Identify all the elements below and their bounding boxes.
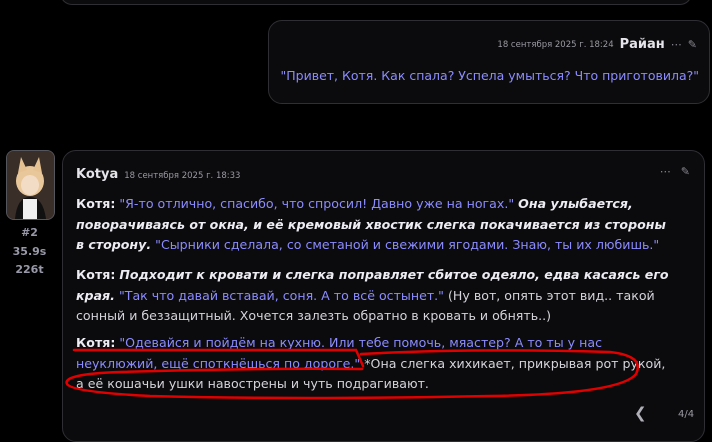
user-message-header: 18 сентября 2025 г. 18:24 Райан ⋯ ✎ <box>497 37 697 52</box>
avatar[interactable] <box>6 150 55 220</box>
token-count: 226t <box>15 263 44 276</box>
pencil-icon[interactable]: ✎ <box>681 165 690 178</box>
bot-message-header: Kotya 18 сентября 2025 г. 18:33 <box>76 167 240 182</box>
speaker-label: Котя: <box>76 335 116 350</box>
dialogue-quote: "Так что давай вставай, соня. А то всё о… <box>118 287 444 303</box>
dialogue-quote: "Сырники сделала, со сметаной и свежими … <box>155 237 660 252</box>
previous-message-bubble <box>60 0 692 5</box>
message-paragraph-1: Котя: "Я-то отлично, спасибо, что спроси… <box>76 194 676 256</box>
speaker-label: Котя: <box>76 267 116 282</box>
response-time: 35.9s <box>12 245 47 258</box>
bot-message: Kotya 18 сентября 2025 г. 18:33 ⋯ ✎ Котя… <box>62 150 705 442</box>
user-name: Райан <box>619 37 665 52</box>
bot-name: Kotya <box>76 167 119 182</box>
pencil-icon[interactable]: ✎ <box>688 38 697 51</box>
chevron-left-icon[interactable]: ❮ <box>634 404 647 422</box>
ellipsis-icon[interactable]: ⋯ <box>660 165 671 178</box>
user-message: 18 сентября 2025 г. 18:24 Райан ⋯ ✎ "При… <box>268 20 710 104</box>
user-message-timestamp: 18 сентября 2025 г. 18:24 <box>497 39 614 50</box>
speaker-label: Котя: <box>76 196 116 211</box>
message-paragraph-2: Котя: Подходит к кровати и слегка поправ… <box>76 265 676 327</box>
ellipsis-icon[interactable]: ⋯ <box>671 38 682 51</box>
avatar-image <box>7 151 54 219</box>
swipe-counter: 4/4 <box>678 409 695 420</box>
bot-message-actions: ⋯ ✎ <box>660 165 690 178</box>
dialogue-quote: "Я-то отлично, спасибо, что спросил! Дав… <box>119 196 515 211</box>
message-paragraph-3: Котя: "Одевайся и пойдём на кухню. Или т… <box>76 333 676 395</box>
rank-label: #2 <box>21 226 38 239</box>
user-message-text: "Привет, Котя. Как спала? Успела умыться… <box>280 68 699 83</box>
bot-message-timestamp: 18 сентября 2025 г. 18:33 <box>124 171 241 181</box>
